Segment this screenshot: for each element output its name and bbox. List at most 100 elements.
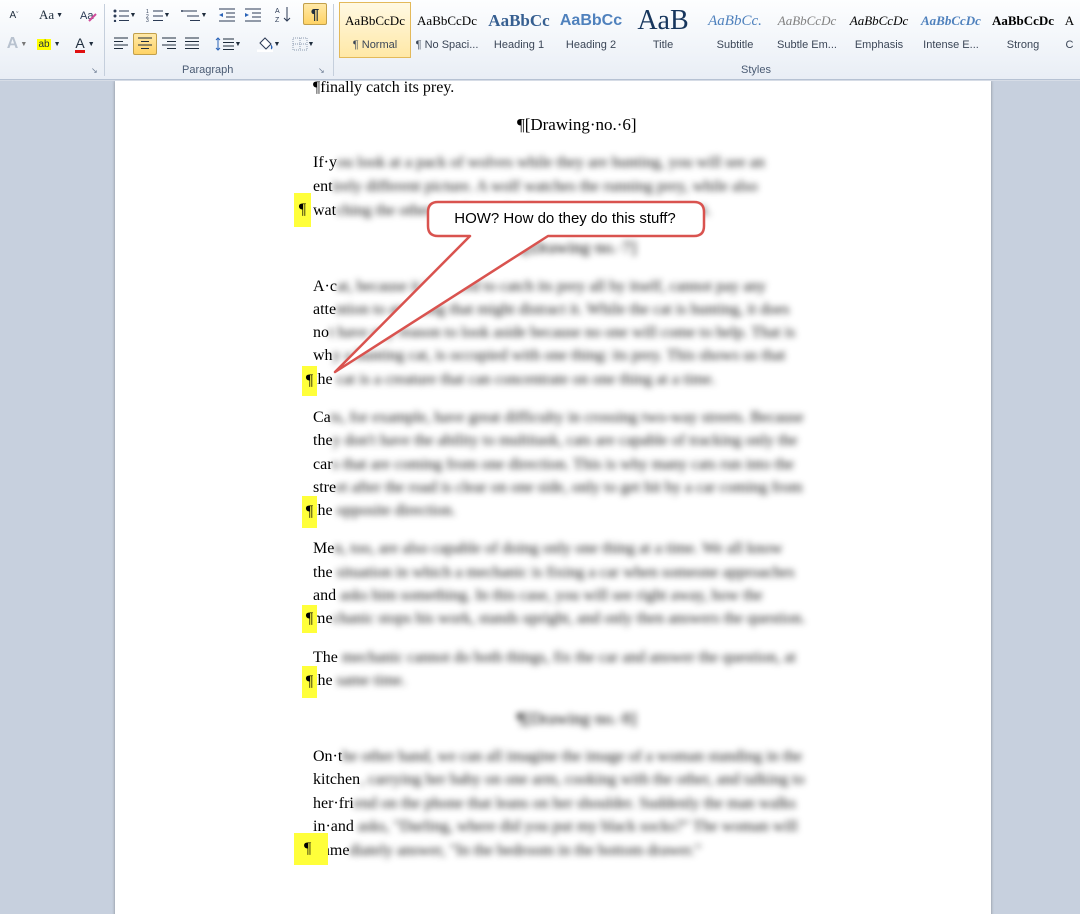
clear-formatting-icon: Aa	[79, 7, 97, 23]
line-text-blurred: opposite direction.	[332, 502, 456, 519]
svg-text:Aa: Aa	[80, 10, 94, 22]
align-left-icon	[113, 37, 129, 51]
line-text-blurred: ntion to anything that might distract it…	[336, 301, 790, 318]
document-line: the opposite direction.	[313, 499, 456, 522]
line-text-blurred: n, too, are also capable of doing only o…	[334, 540, 783, 557]
align-left-button[interactable]	[110, 34, 132, 54]
style-quote-partial[interactable]: A C	[1059, 2, 1080, 58]
clear-formatting-button[interactable]: Aa	[77, 5, 99, 25]
align-center-button[interactable]	[133, 33, 157, 55]
line-text-visible: The	[313, 649, 338, 666]
decrease-indent-button[interactable]	[216, 5, 238, 25]
style-title[interactable]: AaB Title	[627, 2, 699, 58]
line-text-blurred: ou look at a pack of wolves while they a…	[336, 154, 765, 171]
numbering-icon: 123	[146, 8, 164, 22]
show-hide-marks-button[interactable]: ¶	[303, 3, 327, 25]
style-preview: AaBbCcDc	[991, 13, 1055, 28]
line-text-blurred: end on the phone that leans on her shoul…	[353, 795, 796, 812]
align-center-icon	[137, 37, 153, 51]
style-heading-2[interactable]: AaBbCc Heading 2	[555, 2, 627, 58]
line-text-visible: wh	[313, 347, 333, 364]
line-text-blurred: situation in which a mechanic is fixing …	[332, 564, 795, 581]
paragraph-mark-highlight: ¶	[302, 605, 317, 633]
line-text-visible: Ca	[313, 409, 331, 426]
document-line: kitchen, carrying her baby on one arm, c…	[313, 768, 805, 791]
style-emphasis[interactable]: AaBbCcDc Emphasis	[843, 2, 915, 58]
paragraph-dialog-launcher-icon[interactable]: ↘	[318, 67, 326, 75]
document-line: If·you look at a pack of wolves while th…	[313, 151, 765, 174]
line-text-visible: A·c	[313, 278, 337, 295]
style-heading-1[interactable]: AaBbCc Heading 1	[483, 2, 555, 58]
line-text-visible: Me	[313, 540, 335, 557]
style-name: Subtitle	[716, 39, 754, 51]
sort-icon: AZ	[274, 5, 292, 23]
decrease-indent-icon	[218, 8, 236, 22]
line-text-visible: atte	[313, 301, 337, 318]
paragraph-group-label: Paragraph	[182, 64, 234, 76]
document-line: her·friend on the phone that leans on he…	[313, 792, 796, 815]
style-subtle-emphasis[interactable]: AaBbCcDc Subtle Em...	[771, 2, 843, 58]
line-text-visible: her·fri	[313, 795, 354, 812]
document-line: Cats, for example, have great difficulty…	[313, 406, 804, 429]
line-text-blurred: asks, "Darling, where did you put my bla…	[353, 818, 798, 835]
shading-button[interactable]: ▼	[253, 34, 283, 54]
style-intense-emphasis[interactable]: AaBbCcDc Intense E...	[915, 2, 987, 58]
style-preview: AaBbCcDc	[921, 13, 981, 28]
style-name: Subtle Em...	[777, 39, 837, 51]
style-preview: AaBbCcDc	[777, 13, 837, 28]
paint-bucket-icon	[256, 36, 274, 52]
style-preview: AaBbCc.	[708, 12, 762, 29]
borders-button[interactable]: ▼	[288, 34, 318, 54]
svg-text:A: A	[275, 8, 280, 15]
document-line: mechanic stops his work, stands upright,…	[313, 607, 805, 630]
drawing-6-caption: ¶[Drawing·no.·6]	[517, 115, 637, 134]
line-spacing-icon	[215, 37, 235, 51]
line-text-blurred: et after the road is clear on one side, …	[336, 479, 803, 496]
sort-button[interactable]: AZ	[272, 4, 294, 24]
style-preview: AaBbCcDc	[345, 13, 405, 28]
group-separator	[104, 4, 105, 76]
font-dialog-launcher-icon[interactable]: ↘	[91, 67, 99, 75]
numbering-button[interactable]: 1 2 3 ▼	[143, 5, 173, 25]
document-line: the situation in which a mechanic is fix…	[313, 561, 795, 584]
increase-indent-icon	[244, 8, 262, 22]
multilevel-list-button[interactable]: ▼	[178, 5, 210, 25]
style-preview: AaBbCcDc	[417, 13, 477, 28]
line-text-blurred: cat is a creature that can concentrate o…	[332, 371, 716, 388]
style-normal[interactable]: AaBbCcDc ¶ Normal	[339, 2, 411, 58]
line-text-blurred: asks him something. In this case, you wi…	[336, 587, 763, 604]
bullets-button[interactable]: ▼	[110, 5, 138, 25]
line-text-blurred: mechanic cannot do both things, fix the …	[337, 649, 796, 666]
style-name: Title	[652, 39, 674, 51]
align-right-button[interactable]	[158, 34, 180, 54]
document-line: A·cat, because it is forced to catch its…	[313, 275, 766, 298]
text-highlight-button[interactable]: ab ▼	[34, 34, 64, 54]
increase-indent-button[interactable]	[242, 5, 264, 25]
change-case-button[interactable]: Aa ▼	[36, 5, 66, 25]
line-text-blurred: y a hunting cat, is occupied with one th…	[332, 347, 786, 364]
style-name: Heading 2	[565, 39, 617, 51]
style-name: ¶ Normal	[352, 39, 398, 51]
style-strong[interactable]: AaBbCcDc Strong	[987, 2, 1059, 58]
styles-group-label: Styles	[741, 64, 771, 76]
line-text-visible: car	[313, 456, 333, 473]
style-name: ¶ No Spaci...	[415, 39, 479, 51]
svg-text:3: 3	[146, 18, 149, 22]
text-effects-label: A	[6, 35, 19, 52]
style-no-spacing[interactable]: AaBbCcDc ¶ No Spaci...	[411, 2, 483, 58]
font-color-label: A	[75, 34, 85, 53]
shrink-font-button[interactable]: Aˇ	[4, 5, 24, 25]
line-text-blurred: s that are coming from one direction. Th…	[332, 456, 794, 473]
justify-button[interactable]	[181, 34, 203, 54]
text-effects-button[interactable]: A ▼	[4, 34, 30, 54]
callout-text[interactable]: HOW? How do they do this stuff?	[428, 204, 702, 232]
drawing-8-caption: ¶[Drawing·no.·8]	[517, 709, 637, 728]
line-text-blurred: t have any reason to look aside because …	[329, 324, 796, 341]
font-color-button[interactable]: A ▼	[70, 34, 100, 54]
document-line: immediately answer, "In the bedroom in t…	[313, 839, 701, 862]
document-line: attention to anything that might distrac…	[313, 298, 790, 321]
line-spacing-button[interactable]: ▼	[213, 34, 243, 54]
style-subtitle[interactable]: AaBbCc. Subtitle	[699, 2, 771, 58]
line-text-blurred: he other hand, we can all imagine the im…	[342, 748, 803, 765]
document-line: entirely different picture. A wolf watch…	[313, 175, 758, 198]
